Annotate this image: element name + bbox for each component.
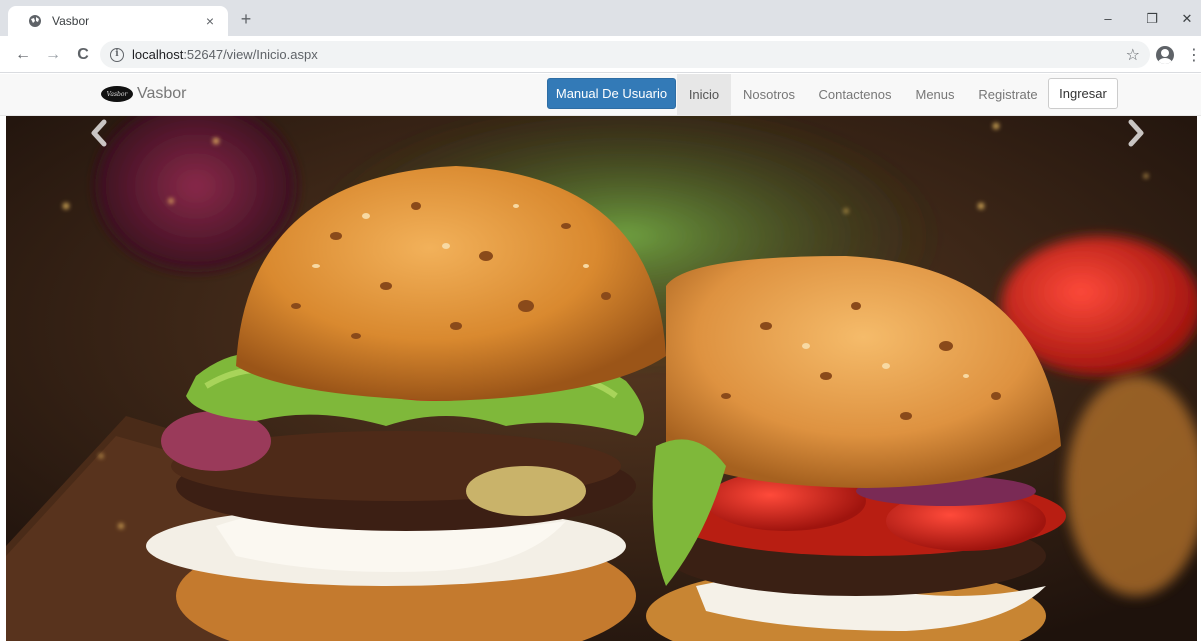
carousel-next[interactable] bbox=[1037, 116, 1197, 641]
ingresar-button[interactable]: Ingresar bbox=[1048, 78, 1118, 109]
new-tab-icon[interactable]: + bbox=[236, 9, 256, 29]
brand-logo-text: Vasbor bbox=[106, 90, 128, 98]
tab-title: Vasbor bbox=[52, 14, 90, 28]
kebab-menu-icon[interactable]: ⋮ bbox=[1186, 45, 1201, 65]
brand-logo: Vasbor bbox=[101, 86, 133, 102]
chevron-left-icon bbox=[91, 119, 107, 147]
close-tab-icon[interactable]: × bbox=[202, 13, 218, 29]
nav-item-registrate[interactable]: Registrate bbox=[970, 74, 1046, 115]
manual-de-usuario-button[interactable]: Manual De Usuario bbox=[547, 78, 676, 109]
brand-name: Vasbor bbox=[137, 85, 187, 102]
url-path: :52647/view/Inicio.aspx bbox=[183, 47, 318, 62]
account-icon[interactable] bbox=[1156, 46, 1174, 64]
nav-item-inicio[interactable]: Inicio bbox=[677, 74, 731, 115]
close-window-icon[interactable]: ✕ bbox=[1172, 8, 1201, 30]
globe-icon bbox=[29, 15, 41, 27]
nav-item-menus[interactable]: Menus bbox=[908, 74, 962, 115]
browser-tab-strip: Vasbor × + – ❐ ✕ bbox=[0, 0, 1201, 36]
url-text: localhost:52647/view/Inicio.aspx bbox=[132, 47, 318, 62]
nav-item-nosotros[interactable]: Nosotros bbox=[737, 74, 801, 115]
burgers-hero-image bbox=[6, 116, 1197, 641]
restore-icon[interactable]: ❐ bbox=[1137, 8, 1167, 30]
carousel-prev[interactable] bbox=[6, 116, 166, 641]
address-bar[interactable]: i localhost:52647/view/Inicio.aspx ☆ bbox=[100, 41, 1150, 68]
site-navbar: Vasbor Vasbor Manual De Usuario Inicio N… bbox=[0, 74, 1201, 116]
nav-item-contactenos[interactable]: Contactenos bbox=[810, 74, 900, 115]
browser-toolbar: ← → C i localhost:52647/view/Inicio.aspx… bbox=[0, 36, 1201, 73]
back-arrow-icon[interactable]: ← bbox=[12, 44, 34, 66]
url-host: localhost bbox=[132, 47, 184, 62]
chevron-right-icon bbox=[1128, 119, 1144, 147]
minimize-icon[interactable]: – bbox=[1093, 8, 1123, 30]
brand-link[interactable]: Vasbor Vasbor bbox=[101, 85, 187, 103]
browser-tab[interactable]: Vasbor × bbox=[8, 6, 228, 36]
info-icon[interactable]: i bbox=[110, 47, 124, 62]
star-icon[interactable]: ☆ bbox=[1126, 45, 1140, 65]
forward-arrow-icon[interactable]: → bbox=[42, 44, 64, 66]
reload-icon[interactable]: C bbox=[72, 44, 94, 66]
hero-carousel bbox=[6, 116, 1197, 641]
